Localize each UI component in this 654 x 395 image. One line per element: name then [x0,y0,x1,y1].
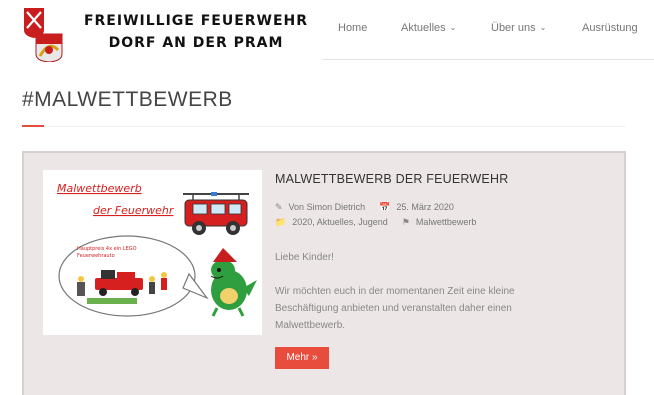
fire-department-crest-icon [24,8,63,62]
thumb-heading2: der Feuerwehr [93,204,175,217]
post-meta-categories-tags: 📁 2020, Aktuelles, Jugend ⚑ Malwettbewerb [275,217,476,228]
site-title-line2: DORF AN DER PRAM [108,35,284,51]
tag-icon: ⚑ [401,217,410,227]
post-date[interactable]: 25. März 2020 [396,202,454,212]
post-excerpt: Wir möchten euch in der momentanen Zeit … [275,283,595,334]
post-excerpt-line: Beschäftigung anbieten und veranstalten … [275,303,512,314]
site-title-line1: FREIWILLIGE FEUERWEHR [83,13,309,29]
site-title: FREIWILLIGE FEUERWEHR DORF AN DER PRAM [66,10,326,54]
pencil-icon: ✎ [275,202,283,212]
post-meta-author-date: ✎ Von Simon Dietrich 📅 25. März 2020 [275,202,454,213]
post-excerpt-line: Malwettbewerb. [275,320,346,331]
chevron-down-icon: ⌄ [449,23,457,32]
read-more-button[interactable]: Mehr » [275,347,329,369]
nav-item-ueber-uns[interactable]: Über uns ⌄ [491,22,546,34]
nav-item-home[interactable]: Home [338,22,367,34]
folder-icon: 📁 [275,217,287,227]
chevron-down-icon: ⌄ [539,23,547,32]
post-categories[interactable]: 2020, Aktuelles, Jugend [292,217,388,227]
nav-item-aktuelles[interactable]: Aktuelles ⌄ [401,22,456,34]
main-nav: Home Aktuelles ⌄ Über uns ⌄ Ausrüstung [322,0,654,60]
dragon-drawing-icon [210,248,257,317]
post-tag[interactable]: Malwettbewerb [416,217,477,227]
nav-item-label: Home [338,22,368,34]
site-logo[interactable]: FREIWILLIGE FEUERWEHR DORF AN DER PRAM [22,6,322,62]
post-thumbnail[interactable]: Malwettbewerb der Feuerwehr Hauptpreis 4… [43,170,262,335]
nav-item-label: Über uns [491,22,536,34]
nav-item-ausruestung[interactable]: Ausrüstung [582,22,638,34]
calendar-icon: 📅 [379,202,391,212]
title-divider [22,126,626,127]
thumb-heading1: Malwettbewerb [57,182,142,195]
thumb-bubble-line2: Feuerwehrauto [77,253,115,259]
title-accent-underline [22,125,44,127]
thumb-bubble-line1: Hauptpreis 4x ein LEGO [77,246,137,252]
post-excerpt-line: Wir möchten euch in der momentanen Zeit … [275,286,515,297]
post-thumbnail-image: Malwettbewerb der Feuerwehr Hauptpreis 4… [57,182,257,317]
post-title[interactable]: MALWETTBEWERB DER FEUERWEHR [275,172,508,186]
fire-truck-icon [183,192,249,235]
page-title: #MALWETTBEWERB [22,88,233,111]
post-card: Malwettbewerb der Feuerwehr Hauptpreis 4… [22,151,626,395]
nav-item-label: Ausrüstung [582,22,638,34]
post-author[interactable]: Von Simon Dietrich [289,202,366,212]
post-excerpt-greeting: Liebe Kinder! [275,252,334,263]
nav-item-label: Aktuelles [401,22,446,34]
